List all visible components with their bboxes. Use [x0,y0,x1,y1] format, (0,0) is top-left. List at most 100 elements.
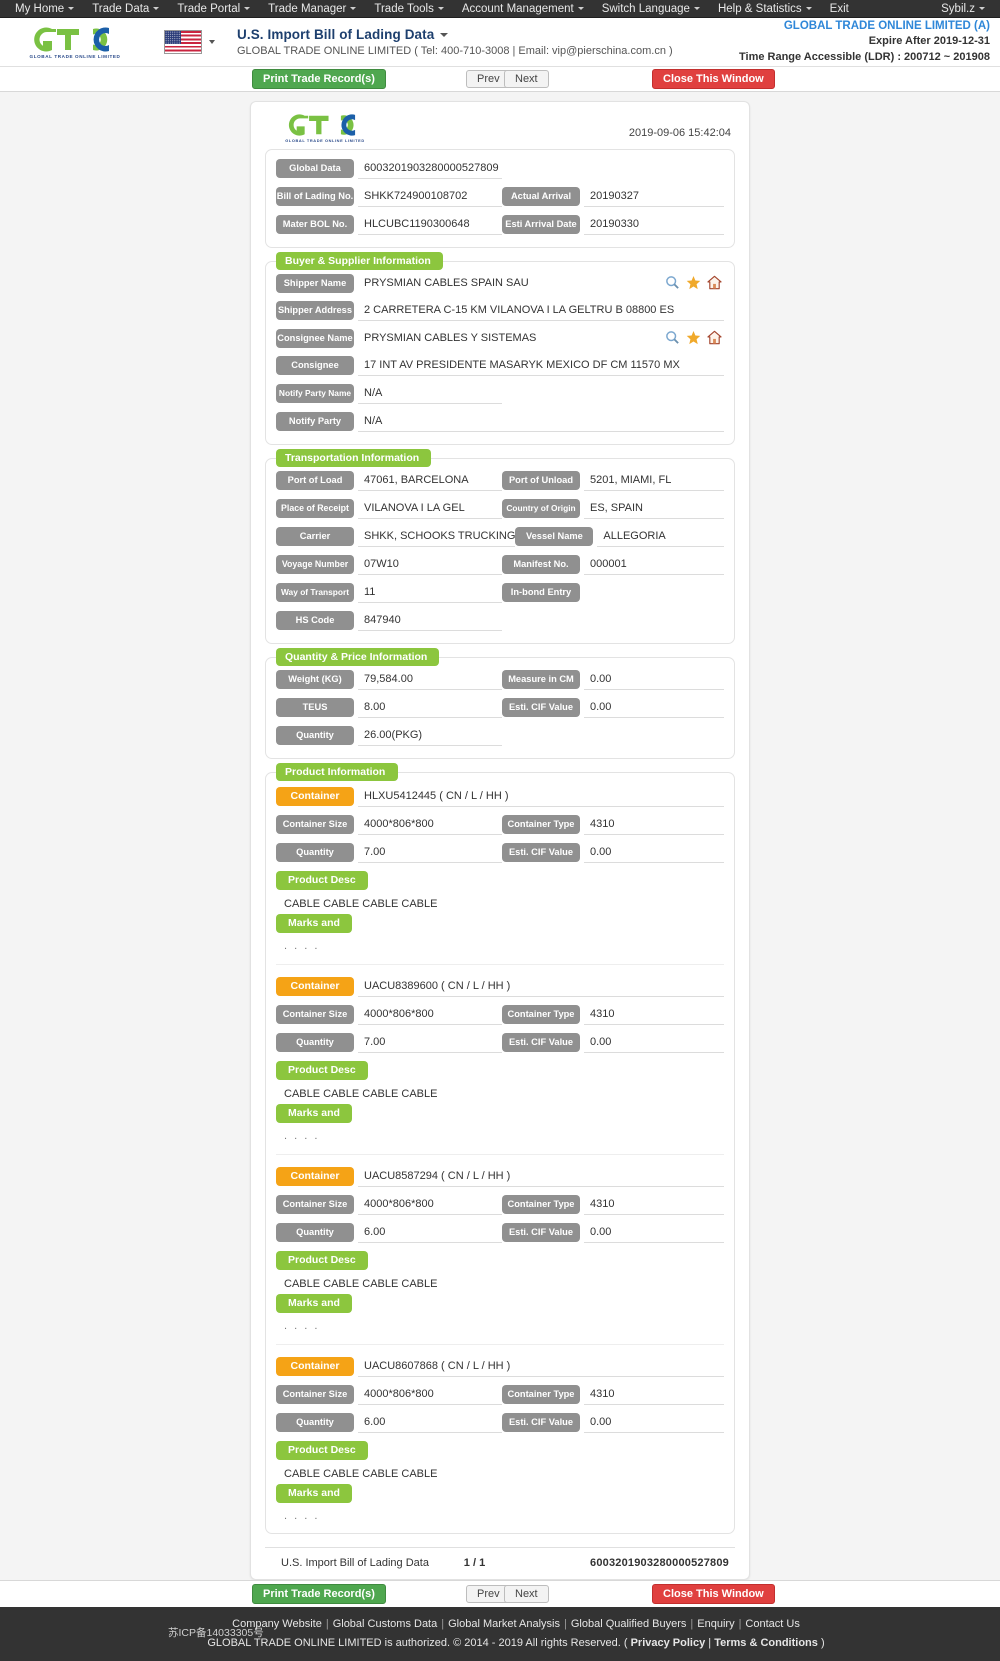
chevron-down-icon [805,6,812,10]
cif-label: Esti. CIF Value [502,698,580,717]
container-cif-value: 0.00 [584,1413,724,1433]
marks-value: . . . . [284,940,320,952]
footer-link[interactable]: Global Customs Data [333,1618,438,1630]
nav-item-trade-tools[interactable]: Trade Tools [365,0,452,18]
nav-item-trade-data[interactable]: Trade Data [83,0,168,18]
port-of-load-value: 47061, BARCELONA [358,471,502,491]
container-size-value: 4000*806*800 [358,1195,502,1215]
shipper-name-row: Shipper Name PRYSMIAN CABLES SPAIN SAU [276,274,724,293]
search-icon[interactable] [665,275,680,290]
container-type-field: Container Type 4310 [502,1385,724,1405]
global-data-label: Global Data [276,159,354,178]
teus-value: 8.00 [358,698,502,718]
container-size-type-row: Container Size 4000*806*800 Container Type… [276,815,724,835]
container-size-type-row: Container Size 4000*806*800 Container Type… [276,1385,724,1405]
nav-item-label: Trade Data [92,2,150,15]
container-value: HLXU5412445 ( CN / L / HH ) [358,787,724,807]
favorite-star-icon[interactable] [686,330,701,345]
top-toolbar: Print Trade Record(s) Prev Next Close Th… [0,67,1000,92]
terms-conditions-link[interactable]: Terms & Conditions [714,1637,818,1649]
product-desc-value: CABLE CABLE CABLE CABLE [284,898,438,910]
home-icon[interactable] [707,330,722,345]
nav-item-help-statistics[interactable]: Help & Statistics [709,0,821,18]
next-button[interactable]: Next [504,70,549,88]
home-icon[interactable] [707,275,722,290]
container-size-type-row: Container Size 4000*806*800 Container Type… [276,1195,724,1215]
nav-item-user-menu[interactable]: Sybil.z [932,0,994,18]
footer-link[interactable]: Contact Us [745,1618,799,1630]
bottom-toolbar: Print Trade Record(s) Prev Next Close Th… [0,1580,1000,1607]
page-title-text: U.S. Import Bill of Lading Data [237,27,435,42]
container-quantity-cif-row: Quantity 6.00 Esti. CIF Value 0.00 [276,1413,724,1433]
shipper-address-field: Shipper Address 2 CARRETERA C-15 KM VILA… [276,301,724,321]
shipper-name-field: Shipper Name PRYSMIAN CABLES SPAIN SAU [276,274,724,293]
us-flag-icon [164,30,202,54]
footer-link[interactable]: Global Qualified Buyers [571,1618,687,1630]
chevron-down-icon [577,6,584,10]
in-bond-entry-field: In-bond Entry [502,583,724,602]
next-button-bottom[interactable]: Next [504,1585,549,1603]
place-of-receipt-value: VILANOVA I LA GEL [358,499,502,519]
bill-of-lading-value: SHKK724900108702 [358,187,502,207]
port-of-load-label: Port of Load [276,471,354,490]
privacy-policy-link[interactable]: Privacy Policy [631,1637,706,1649]
container-quantity-value: 7.00 [358,1033,502,1053]
port-of-unload-field: Port of Unload 5201, MIAMI, FL [502,471,724,491]
measure-field: Measure in CM 0.00 [502,670,724,690]
notify-party-field: Notify Party N/A [276,412,724,432]
icp-license-number: 苏ICP备14033305号 [168,1627,264,1639]
container-quantity-field: Quantity 6.00 [276,1413,502,1433]
page-title[interactable]: U.S. Import Bill of Lading Data [237,27,739,42]
consignee-actions [659,329,724,345]
footer-links: Company Website | Global Customs Data | Glob… [0,1616,1000,1630]
footer-link[interactable]: Enquiry [697,1618,734,1630]
nav-item-trade-manager[interactable]: Trade Manager [259,0,365,18]
gto-logo-icon [288,114,356,136]
container-cif-value: 0.00 [584,843,724,863]
favorite-star-icon[interactable] [686,275,701,290]
notify-party-name-field: Notify Party Name N/A [276,384,502,404]
quantity-row: Quantity 26.00(PKG) [276,726,724,746]
container-quantity-value: 6.00 [358,1223,502,1243]
nav-item-my-home[interactable]: My Home [6,0,83,18]
product-desc-label: Product Desc [276,1441,368,1460]
bill-of-lading-document: GLOBAL TRADE ONLINE LIMITED 2019-09-06 1… [250,101,750,1580]
language-flag-selector[interactable] [164,30,215,54]
shipper-actions [659,274,724,290]
nav-item-trade-portal[interactable]: Trade Portal [168,0,259,18]
site-logo[interactable]: GLOBAL TRADE ONLINE LIMITED [16,26,134,59]
document-logo-subtitle: GLOBAL TRADE ONLINE LIMITED [285,138,365,143]
notify-party-name-label: Notify Party Name [276,384,354,403]
consignee-label: Consignee [276,356,354,375]
search-icon[interactable] [665,330,680,345]
nav-item-account-management[interactable]: Account Management [453,0,593,18]
esti-arrival-label: Esti Arrival Date [502,215,580,234]
measure-label: Measure in CM [502,670,580,689]
container-size-label: Container Size [276,1005,354,1024]
consignee-address-field: Consignee 17 INT AV PRESIDENTE MASARYK M… [276,356,724,376]
container-type-label: Container Type [502,815,580,834]
container-quantity-cif-row: Quantity 7.00 Esti. CIF Value 0.00 [276,1033,724,1053]
teus-field: TEUS 8.00 [276,698,502,718]
nav-item-label: Trade Tools [374,2,434,15]
print-trade-records-button[interactable]: Print Trade Record(s) [252,69,386,89]
country-of-origin-value: ES, SPAIN [584,499,724,519]
master-bol-row: Mater BOL No. HLCUBC1190300648 Esti Arri… [276,215,724,235]
record-identity-panel: Global Data 6003201903280000527809 Bill … [265,149,735,248]
footer-link[interactable]: Global Market Analysis [448,1618,560,1630]
global-data-value: 6003201903280000527809 [358,159,502,179]
in-bond-entry-label: In-bond Entry [502,583,580,602]
nav-item-switch-language[interactable]: Switch Language [593,0,709,18]
bill-of-lading-field: Bill of Lading No. SHKK724900108702 [276,187,502,207]
consignee-name-label: Consignee Name [276,329,354,348]
container-size-label: Container Size [276,815,354,834]
country-of-origin-field: Country of Origin ES, SPAIN [502,499,724,519]
close-window-button-bottom[interactable]: Close This Window [652,1584,775,1604]
container-size-type-row: Container Size 4000*806*800 Container Type… [276,1005,724,1025]
document-footer-title: U.S. Import Bill of Lading Data [281,1557,429,1569]
shipper-address-value: 2 CARRETERA C-15 KM VILANOVA I LA GELTRU… [358,301,724,321]
print-trade-records-button-bottom[interactable]: Print Trade Record(s) [252,1584,386,1604]
nav-item-exit[interactable]: Exit [821,0,858,18]
close-window-button[interactable]: Close This Window [652,69,775,89]
vessel-name-value: ALLEGORIA [597,527,724,547]
